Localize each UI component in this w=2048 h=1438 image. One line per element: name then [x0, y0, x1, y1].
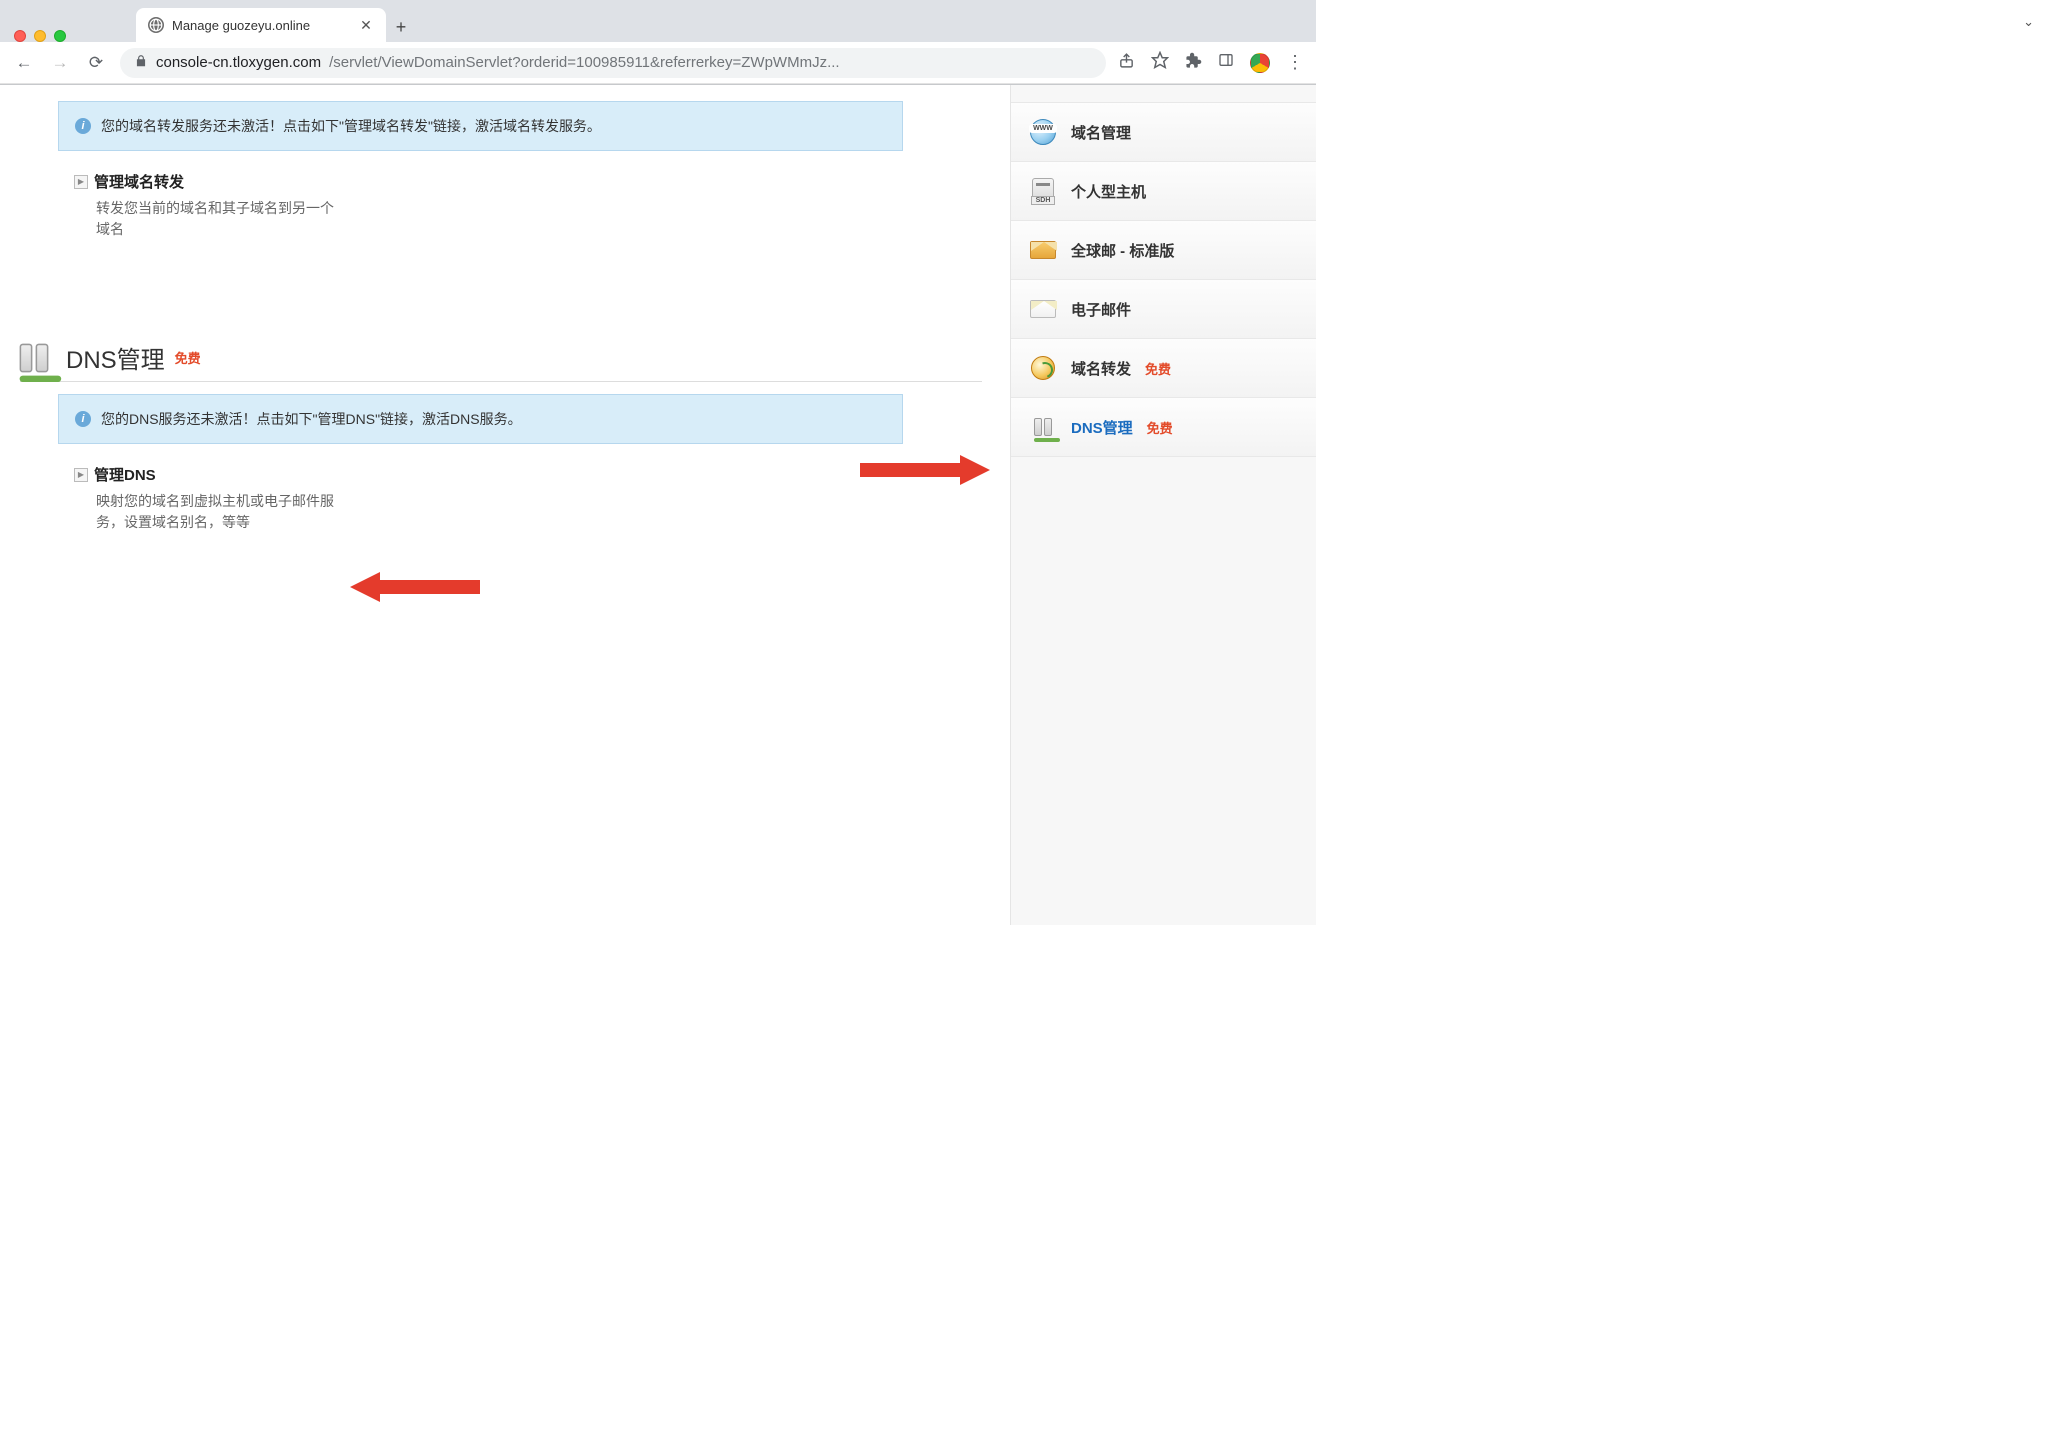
main-content: i 您的域名转发服务还未激活！点击如下"管理域名转发"链接，激活域名转发服务。 …: [0, 85, 1010, 925]
free-badge: 免费: [1147, 418, 1173, 437]
tab-title: Manage guozeyu.online: [172, 18, 350, 33]
sidebar-item-globalmail[interactable]: 全球邮 - 标准版: [1011, 220, 1316, 280]
profile-avatar[interactable]: [1250, 53, 1270, 73]
browser-toolbar: ← → ⟳ console-cn.tloxygen.com/servlet/Vi…: [0, 42, 1316, 84]
sidebar-item-label: 个人型主机: [1071, 181, 1146, 202]
sidebar-item-domain-manage[interactable]: 域名管理: [1011, 102, 1316, 162]
manage-domain-forward-desc: 转发您当前的域名和其子域名到另一个域名: [96, 198, 334, 240]
envelope-orange-icon: [1029, 239, 1057, 261]
free-badge: 免费: [175, 348, 201, 367]
play-bullet-icon: ▶: [74, 468, 88, 482]
window-controls[interactable]: [14, 30, 66, 42]
info-text: 您的DNS服务还未激活！点击如下"管理DNS"链接，激活DNS服务。: [101, 409, 522, 429]
minimize-window-icon[interactable]: [34, 30, 46, 42]
sidebar-item-label: 全球邮 - 标准版: [1071, 240, 1174, 261]
forward-button: →: [48, 53, 72, 73]
dns-icon: [1029, 416, 1057, 438]
url-host: console-cn.tloxygen.com: [156, 54, 321, 71]
close-window-icon[interactable]: [14, 30, 26, 42]
info-icon: i: [75, 118, 91, 134]
url-path: /servlet/ViewDomainServlet?orderid=10098…: [329, 54, 839, 71]
free-badge: 免费: [1145, 359, 1171, 378]
info-icon: i: [75, 411, 91, 427]
reload-button[interactable]: ⟳: [84, 53, 108, 73]
dns-icon: [12, 340, 57, 375]
manage-dns-link[interactable]: 管理DNS: [94, 464, 156, 485]
manage-dns-desc: 映射您的域名到虚拟主机或电子邮件服务，设置域名别名，等等: [96, 491, 334, 533]
envelope-icon: [1029, 298, 1057, 320]
close-tab-icon[interactable]: ✕: [358, 17, 374, 34]
star-icon[interactable]: [1151, 51, 1169, 74]
info-domain-forward-inactive: i 您的域名转发服务还未激活！点击如下"管理域名转发"链接，激活域名转发服务。: [58, 101, 903, 151]
sidebar-item-label: 域名管理: [1071, 122, 1131, 143]
chevron-down-icon[interactable]: ⌄: [2023, 14, 2034, 30]
sidebar-item-label: DNS管理: [1071, 417, 1133, 438]
back-button[interactable]: ←: [12, 53, 36, 73]
browser-chrome: Manage guozeyu.online ✕ + ⌄ ← → ⟳ consol…: [0, 0, 1316, 85]
play-bullet-icon: ▶: [74, 175, 88, 189]
dns-section-header: DNS管理免费: [20, 340, 982, 382]
manage-domain-forward-block: ▶ 管理域名转发 转发您当前的域名和其子域名到另一个域名: [74, 171, 334, 240]
sidebar-item-email[interactable]: 电子邮件: [1011, 279, 1316, 339]
extensions-icon[interactable]: [1185, 52, 1202, 74]
sidebar-item-domain-forward[interactable]: 域名转发 免费: [1011, 338, 1316, 398]
share-icon[interactable]: [1118, 52, 1135, 74]
annotation-arrow-right: [860, 450, 990, 490]
manage-domain-forward-link[interactable]: 管理域名转发: [94, 171, 184, 192]
globe-www-icon: [1029, 121, 1057, 143]
page-body: i 您的域名转发服务还未激活！点击如下"管理域名转发"链接，激活域名转发服务。 …: [0, 85, 1316, 925]
globe-icon: [148, 17, 164, 33]
tab-bar: Manage guozeyu.online ✕ + ⌄: [0, 0, 1316, 42]
sidebar: 域名管理 个人型主机 全球邮 - 标准版 电子邮件 域名转发 免费 DNS管理 …: [1010, 85, 1316, 925]
browser-tab[interactable]: Manage guozeyu.online ✕: [136, 8, 386, 42]
dns-section-title: DNS管理: [66, 340, 165, 375]
lock-icon: [134, 54, 148, 72]
url-bar[interactable]: console-cn.tloxygen.com/servlet/ViewDoma…: [120, 48, 1106, 78]
annotation-arrow-left: [350, 567, 480, 607]
menu-icon[interactable]: ⋮: [1286, 52, 1304, 73]
info-dns-inactive: i 您的DNS服务还未激活！点击如下"管理DNS"链接，激活DNS服务。: [58, 394, 903, 444]
side-panel-icon[interactable]: [1218, 52, 1234, 73]
sidebar-item-label: 域名转发: [1071, 358, 1131, 379]
fullscreen-window-icon[interactable]: [54, 30, 66, 42]
sidebar-item-personal-hosting[interactable]: 个人型主机: [1011, 161, 1316, 221]
new-tab-button[interactable]: +: [386, 13, 416, 42]
sidebar-item-label: 电子邮件: [1071, 299, 1131, 320]
forward-globe-icon: [1029, 357, 1057, 379]
manage-dns-block: ▶ 管理DNS 映射您的域名到虚拟主机或电子邮件服务，设置域名别名，等等: [74, 464, 334, 533]
toolbar-actions: ⋮: [1118, 51, 1304, 74]
info-text: 您的域名转发服务还未激活！点击如下"管理域名转发"链接，激活域名转发服务。: [101, 116, 601, 136]
sidebar-item-dns-manage[interactable]: DNS管理 免费: [1011, 397, 1316, 457]
server-icon: [1029, 180, 1057, 202]
